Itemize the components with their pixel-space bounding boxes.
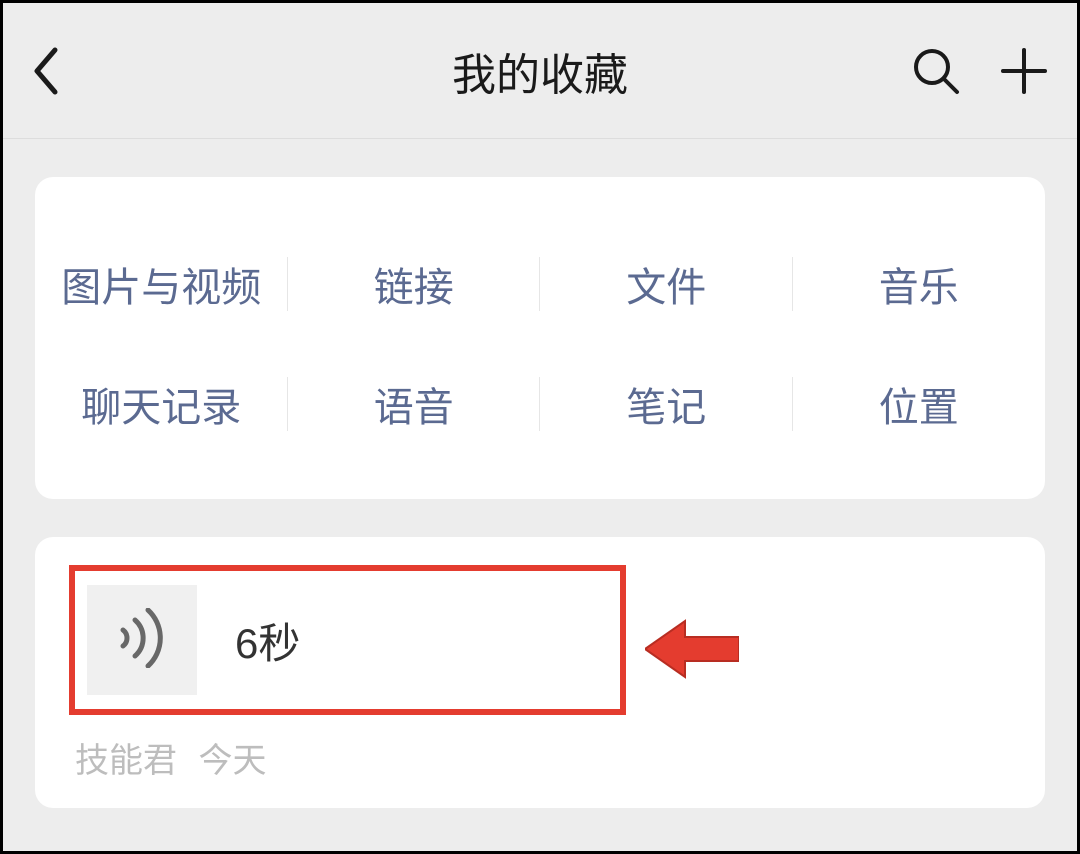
add-icon[interactable] <box>999 46 1049 96</box>
category-chat-history[interactable]: 聊天记录 <box>35 371 288 437</box>
annotation-highlight-box: 6秒 <box>69 565 626 715</box>
category-row-1: 图片与视频 链接 文件 音乐 <box>35 251 1045 317</box>
category-voice[interactable]: 语音 <box>288 371 541 437</box>
category-images-videos[interactable]: 图片与视频 <box>35 251 288 317</box>
header-left <box>31 46 191 96</box>
favorite-item-time: 今天 <box>198 742 266 780</box>
category-links[interactable]: 链接 <box>288 251 541 317</box>
voice-message-thumbnail <box>87 585 197 695</box>
header-bar: 我的收藏 <box>3 3 1077 139</box>
category-files[interactable]: 文件 <box>540 251 793 317</box>
back-icon[interactable] <box>31 46 59 96</box>
favorite-item-source: 技能君 <box>75 742 177 780</box>
favorite-item-card[interactable]: 6秒 技能君 今天 <box>35 537 1045 808</box>
content-area: 图片与视频 链接 文件 音乐 聊天记录 语音 笔记 位置 6秒 <box>3 139 1077 846</box>
favorite-item-meta: 技能君 今天 <box>69 733 1011 782</box>
category-location[interactable]: 位置 <box>793 371 1046 437</box>
search-icon[interactable] <box>911 46 961 96</box>
category-card: 图片与视频 链接 文件 音乐 聊天记录 语音 笔记 位置 <box>35 177 1045 499</box>
annotation-arrow-icon <box>645 617 739 686</box>
sound-wave-icon <box>115 608 169 673</box>
category-row-2: 聊天记录 语音 笔记 位置 <box>35 371 1045 437</box>
category-notes[interactable]: 笔记 <box>540 371 793 437</box>
voice-duration-text: 6秒 <box>235 610 300 671</box>
category-music[interactable]: 音乐 <box>793 251 1046 317</box>
header-right <box>889 46 1049 96</box>
page-title: 我的收藏 <box>191 39 889 103</box>
